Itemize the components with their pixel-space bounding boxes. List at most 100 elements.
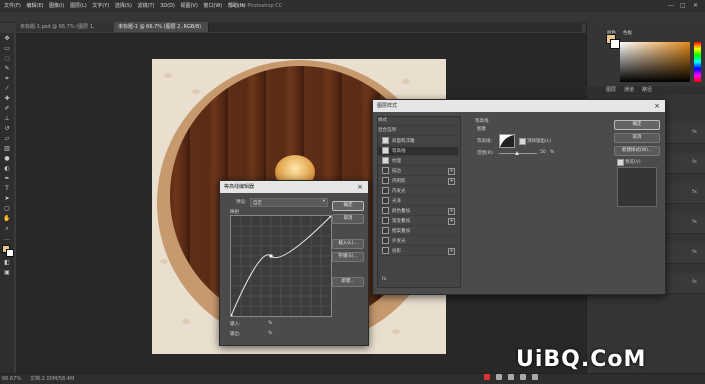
ok-button[interactable]: 确定 xyxy=(614,120,660,130)
curve-point[interactable] xyxy=(329,214,333,218)
panel-background-swatch[interactable] xyxy=(610,39,620,49)
crop-tool-icon[interactable]: ⌗ xyxy=(3,75,11,83)
style-checkbox[interactable] xyxy=(382,197,389,204)
style-row[interactable]: 内阴影 + xyxy=(378,177,458,186)
stamp-tool-icon[interactable]: ⊥ xyxy=(3,115,11,123)
style-checkbox[interactable] xyxy=(382,167,389,174)
save-button[interactable]: 存储(S)... xyxy=(332,252,364,262)
add-style-icon[interactable]: + xyxy=(448,248,455,255)
curve-point[interactable] xyxy=(229,314,233,318)
add-style-icon[interactable]: + xyxy=(448,208,455,215)
menu-window[interactable]: 窗口(W) xyxy=(203,0,222,12)
style-row[interactable]: 外发光 xyxy=(378,237,458,246)
contour-curve[interactable] xyxy=(229,214,333,318)
eraser-tool-icon[interactable]: ▱ xyxy=(3,135,11,143)
styles-header[interactable]: 样式 xyxy=(378,117,458,126)
minimize-button[interactable]: — xyxy=(668,0,674,12)
style-row[interactable]: 渐变叠加 + xyxy=(378,217,458,226)
menu-view[interactable]: 视图(V) xyxy=(180,0,197,12)
quick-mask-icon[interactable]: ◧ xyxy=(3,259,11,267)
dodge-tool-icon[interactable]: ◐ xyxy=(3,165,11,173)
menu-filter[interactable]: 滤镜(T) xyxy=(138,0,155,12)
style-row[interactable]: 斜面和浮雕 xyxy=(378,137,458,146)
lasso-tool-icon[interactable]: ◌ xyxy=(3,55,11,63)
style-row[interactable]: 投影 + xyxy=(378,247,458,256)
healing-tool-icon[interactable]: ✚ xyxy=(3,95,11,103)
maximize-button[interactable]: □ xyxy=(680,0,686,12)
tab-document-2[interactable]: 未标题-1 @ 66.7% (图层 2, RGB/8) × xyxy=(114,22,209,40)
style-checkbox[interactable] xyxy=(382,177,389,184)
style-checkbox[interactable] xyxy=(382,247,389,254)
close-icon[interactable]: × xyxy=(357,181,363,193)
pen-tool-icon[interactable]: ✒ xyxy=(3,175,11,183)
type-tool-icon[interactable]: T xyxy=(3,185,11,193)
style-row[interactable]: 等高线 xyxy=(378,147,458,156)
cancel-button[interactable]: 取消 xyxy=(614,133,660,143)
footer-fx-icon[interactable]: fx xyxy=(382,277,386,282)
menu-type[interactable]: 文字(Y) xyxy=(92,0,109,12)
style-checkbox[interactable] xyxy=(382,147,389,154)
style-row[interactable]: 描边 + xyxy=(378,167,458,176)
close-button[interactable]: ✕ xyxy=(693,0,698,12)
tab-channels[interactable]: 通道 xyxy=(624,86,634,95)
preview-checkbox[interactable] xyxy=(617,159,624,166)
tab-document-1[interactable]: 未标题-1.psd @ 66.7% (图层 1, RGB/8) × xyxy=(16,22,115,40)
new-button[interactable]: 新建... xyxy=(332,277,364,287)
contour-graph[interactable] xyxy=(229,214,333,318)
menu-edit[interactable]: 编辑(E) xyxy=(26,0,43,12)
tab-layers[interactable]: 图层 xyxy=(606,86,616,95)
eyedropper-tool-icon[interactable]: ⁄ xyxy=(3,85,11,93)
color-field[interactable] xyxy=(620,42,690,82)
menu-layer[interactable]: 图层(L) xyxy=(70,0,87,12)
antialias-checkbox[interactable] xyxy=(519,138,526,145)
style-row[interactable]: 纹理 xyxy=(378,157,458,166)
style-checkbox[interactable] xyxy=(382,187,389,194)
add-style-icon[interactable]: + xyxy=(448,218,455,225)
cancel-button[interactable]: 取消 xyxy=(332,214,364,224)
load-button[interactable]: 载入(L)... xyxy=(332,239,364,249)
punctuation-icon[interactable] xyxy=(496,374,502,380)
ok-button[interactable]: 确定 xyxy=(332,201,364,211)
hue-slider[interactable] xyxy=(694,42,701,82)
style-checkbox[interactable] xyxy=(382,157,389,164)
shape-tool-icon[interactable]: ▢ xyxy=(3,205,11,213)
menu-3d[interactable]: 3D(D) xyxy=(160,0,175,12)
menu-image[interactable]: 图像(I) xyxy=(49,0,64,12)
move-tool-icon[interactable]: ✥ xyxy=(3,35,11,43)
swatches-panel-tab[interactable]: 色板 xyxy=(623,30,632,36)
style-checkbox[interactable] xyxy=(382,217,389,224)
contour-thumbnail[interactable] xyxy=(499,134,515,148)
style-checkbox[interactable] xyxy=(382,137,389,144)
add-style-icon[interactable]: + xyxy=(448,168,455,175)
close-icon[interactable]: × xyxy=(654,100,660,112)
ime-icon[interactable] xyxy=(484,374,490,380)
style-checkbox[interactable] xyxy=(382,227,389,234)
gradient-tool-icon[interactable]: ▥ xyxy=(3,145,11,153)
range-slider-handle[interactable] xyxy=(515,151,519,155)
microphone-icon[interactable] xyxy=(508,374,514,380)
path-select-tool-icon[interactable]: ➤ xyxy=(3,195,11,203)
style-checkbox[interactable] xyxy=(382,237,389,244)
add-style-icon[interactable]: + xyxy=(448,178,455,185)
curve-point[interactable] xyxy=(269,254,273,258)
zoom-tool-icon[interactable]: ⌕ xyxy=(3,225,11,233)
preset-select[interactable]: 自定 ▾ xyxy=(250,198,328,207)
new-style-button[interactable]: 新建样式(W)... xyxy=(614,146,660,156)
style-checkbox[interactable] xyxy=(382,207,389,214)
history-brush-tool-icon[interactable]: ↺ xyxy=(3,125,11,133)
brush-tool-icon[interactable]: ✐ xyxy=(3,105,11,113)
blur-tool-icon[interactable]: ● xyxy=(3,155,11,163)
screen-mode-icon[interactable]: ▣ xyxy=(3,269,11,277)
range-value[interactable]: 50 xyxy=(540,150,546,155)
hand-tool-icon[interactable]: ✋ xyxy=(3,215,11,223)
blend-options-row[interactable]: 混合选项 xyxy=(378,127,458,136)
menu-file[interactable]: 文件(F) xyxy=(4,0,21,12)
background-color-swatch[interactable] xyxy=(6,249,14,257)
tab-paths[interactable]: 路径 xyxy=(642,86,652,95)
style-row[interactable]: 光泽 xyxy=(378,197,458,206)
marquee-tool-icon[interactable]: ▭ xyxy=(3,45,11,53)
quick-select-tool-icon[interactable]: ✎ xyxy=(3,65,11,73)
style-row[interactable]: 图案叠加 xyxy=(378,227,458,236)
menu-select[interactable]: 选择(S) xyxy=(115,0,132,12)
style-row[interactable]: 颜色叠加 + xyxy=(378,207,458,216)
